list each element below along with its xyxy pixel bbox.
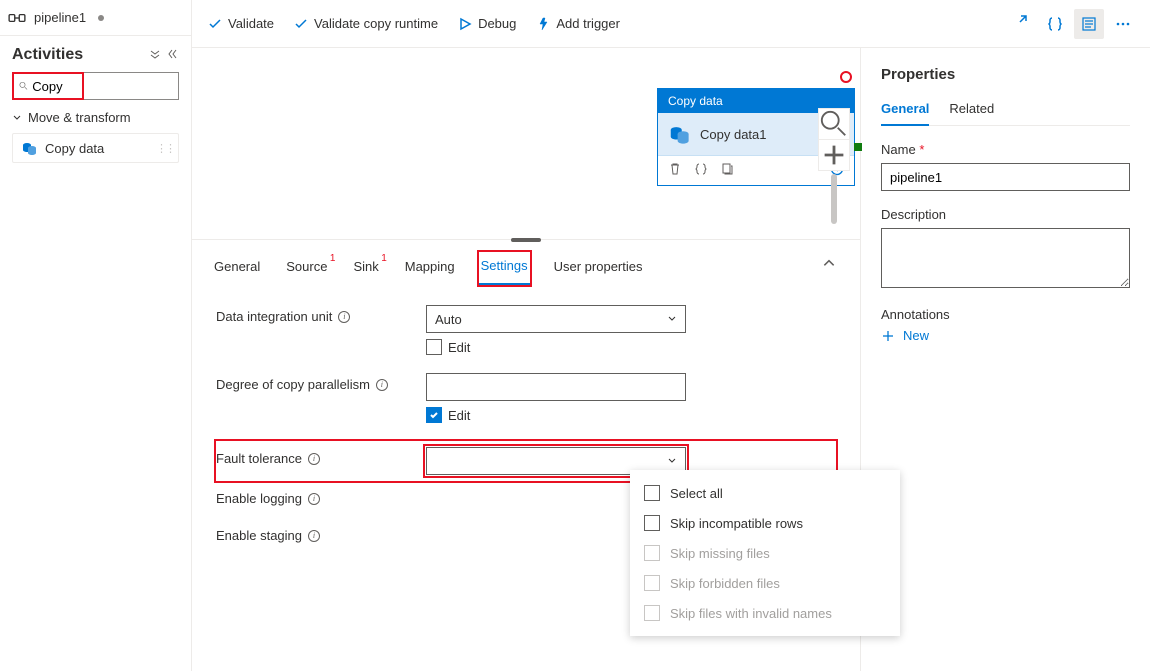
check-icon (294, 17, 308, 31)
pipeline-icon (8, 9, 26, 27)
parallelism-edit-checkbox[interactable] (426, 407, 442, 423)
annotations-label: Annotations (881, 307, 1130, 322)
node-code-button[interactable] (694, 162, 708, 179)
more-button[interactable] (1108, 9, 1138, 39)
tab-mapping[interactable]: Mapping (403, 253, 457, 284)
delete-node-button[interactable] (668, 162, 682, 179)
plus-icon (881, 329, 895, 343)
properties-tab-general[interactable]: General (881, 97, 929, 126)
trigger-icon (536, 17, 550, 31)
chevron-down-icon (667, 314, 677, 324)
info-icon[interactable]: i (376, 379, 388, 391)
add-trigger-button[interactable]: Add trigger (536, 16, 620, 31)
category-label: Move & transform (28, 110, 131, 125)
category-move-transform[interactable]: Move & transform (12, 110, 179, 125)
diu-select[interactable]: Auto (426, 305, 686, 333)
tab-general[interactable]: General (212, 253, 262, 284)
activities-title: Activities (12, 46, 83, 64)
description-input[interactable] (881, 228, 1130, 288)
drag-handle-icon: ⋮⋮ (156, 142, 174, 155)
code-view-button[interactable] (1040, 9, 1070, 39)
canvas-add-button[interactable] (818, 139, 850, 171)
activity-search-input[interactable] (32, 79, 77, 94)
pipeline-tab-label: pipeline1 (34, 10, 86, 25)
play-icon (458, 17, 472, 31)
diu-label: Data integration unit i (216, 305, 426, 324)
tab-user-properties[interactable]: User properties (552, 253, 645, 284)
copy-data-icon (21, 140, 37, 156)
expand-icon[interactable] (1012, 14, 1028, 33)
node-anchor-top[interactable] (840, 71, 852, 83)
properties-tab-related[interactable]: Related (949, 97, 994, 125)
clone-node-button[interactable] (720, 162, 734, 179)
collapse-panel-button[interactable] (822, 256, 836, 273)
diu-edit-checkbox[interactable] (426, 339, 442, 355)
info-icon[interactable]: i (338, 311, 350, 323)
properties-icon (1081, 16, 1097, 32)
ft-option-select-all[interactable]: Select all (630, 478, 900, 508)
pipeline-toolbar: Validate Validate copy runtime Debug Add… (192, 0, 1150, 48)
collapse-left-icon[interactable] (167, 48, 179, 63)
braces-icon (1047, 16, 1063, 32)
zoom-slider[interactable] (831, 174, 837, 224)
node-name: Copy data1 (700, 127, 767, 142)
info-icon[interactable]: i (308, 493, 320, 505)
ft-option-skip-invalid: Skip files with invalid names (630, 598, 900, 628)
activity-search[interactable] (12, 72, 84, 100)
properties-panel: Properties General Related Name * Descri… (860, 48, 1150, 671)
canvas-search-button[interactable] (818, 108, 850, 140)
chevron-down-icon (667, 456, 677, 466)
chevron-down-icon (12, 113, 22, 123)
debug-button[interactable]: Debug (458, 16, 516, 31)
activity-item-label: Copy data (45, 141, 104, 156)
name-label: Name * (881, 142, 1130, 157)
info-icon[interactable]: i (308, 530, 320, 542)
info-icon[interactable]: i (308, 453, 320, 465)
tab-sink[interactable]: Sink1 (351, 253, 380, 284)
properties-title: Properties (881, 66, 1130, 83)
activity-copy-data[interactable]: Copy data ⋮⋮ (12, 133, 179, 163)
tab-settings[interactable]: Settings (479, 252, 530, 285)
more-icon (1115, 16, 1131, 32)
pipeline-tab[interactable]: pipeline1 (0, 0, 191, 36)
properties-button[interactable] (1074, 9, 1104, 39)
node-anchor-right[interactable] (854, 143, 862, 151)
parallelism-input[interactable] (426, 373, 686, 401)
description-label: Description (881, 207, 1130, 222)
validate-copy-runtime-button[interactable]: Validate copy runtime (294, 16, 438, 31)
validate-button[interactable]: Validate (208, 16, 274, 31)
parallelism-label: Degree of copy parallelism i (216, 373, 426, 392)
collapse-down-icon[interactable] (149, 48, 161, 63)
ft-option-skip-incompatible[interactable]: Skip incompatible rows (630, 508, 900, 538)
check-icon (208, 17, 222, 31)
copy-data-icon (668, 123, 690, 145)
tab-source[interactable]: Source1 (284, 253, 329, 284)
fault-tolerance-dropdown: Select all Skip incompatible rows Skip m… (630, 470, 900, 636)
ft-option-skip-forbidden: Skip forbidden files (630, 568, 900, 598)
name-input[interactable] (881, 163, 1130, 191)
unsaved-dot (98, 15, 104, 21)
fault-tolerance-label: Fault tolerance i (216, 447, 426, 466)
search-remainder[interactable] (84, 72, 179, 100)
ft-option-skip-missing: Skip missing files (630, 538, 900, 568)
add-annotation-button[interactable]: New (881, 328, 1130, 343)
search-icon (19, 80, 28, 92)
enable-logging-label: Enable logging i (216, 487, 426, 506)
enable-staging-label: Enable staging i (216, 524, 426, 543)
